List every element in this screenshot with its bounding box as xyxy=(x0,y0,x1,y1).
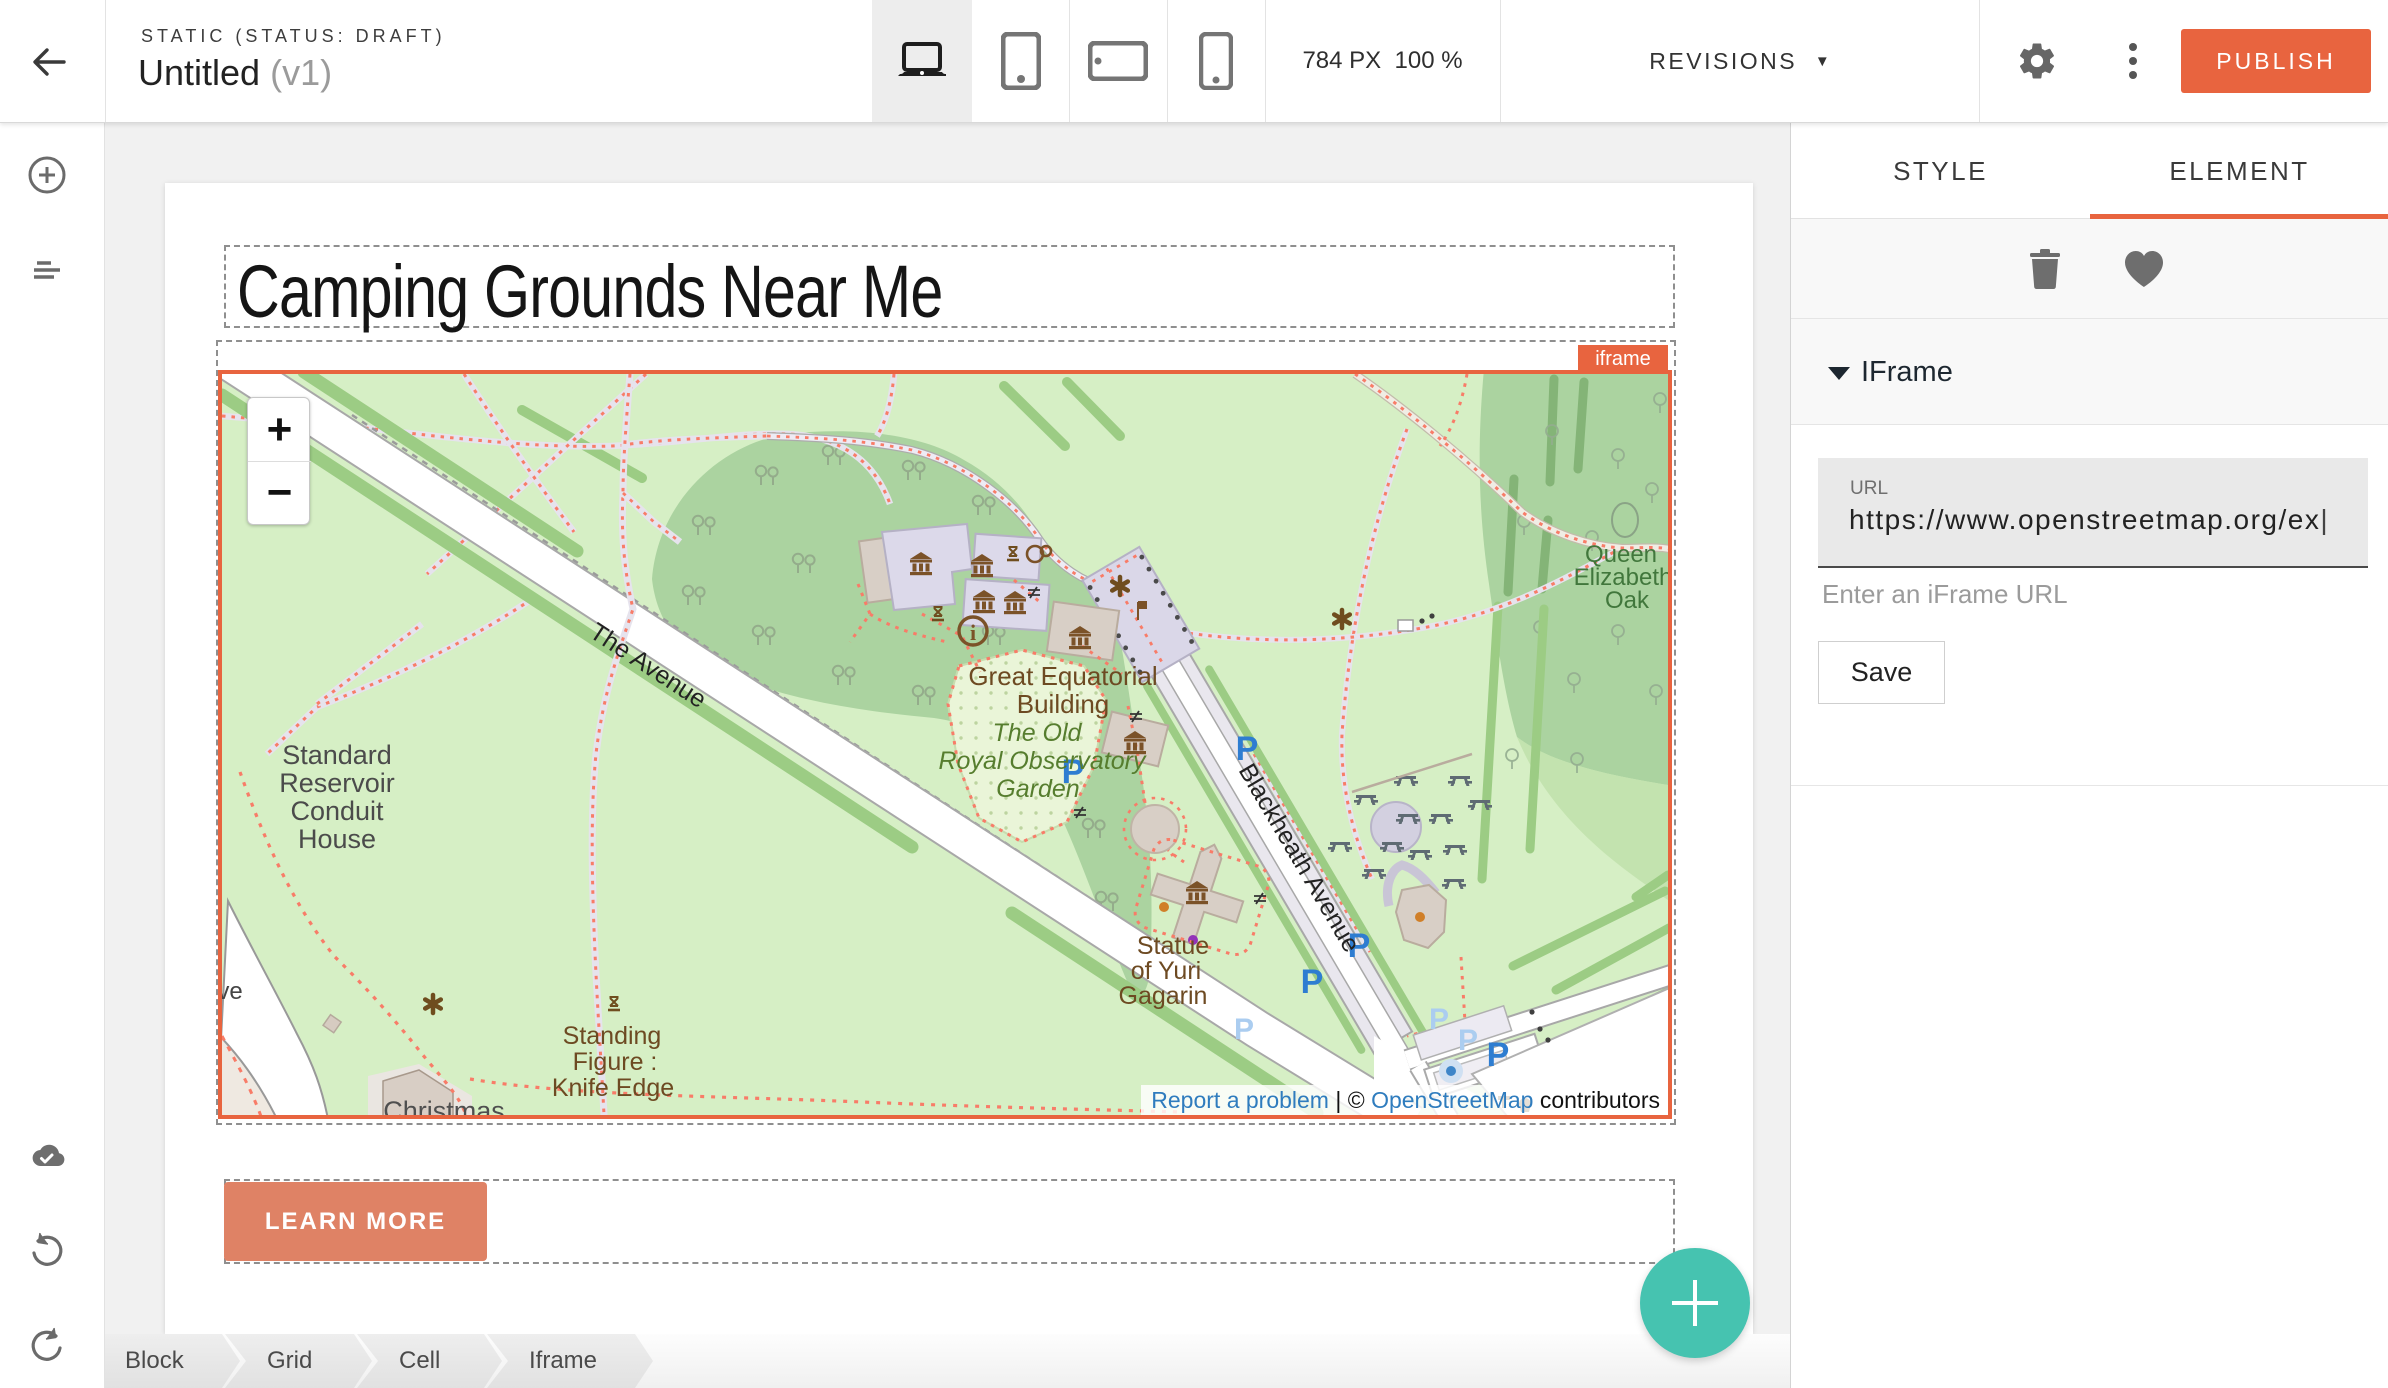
svg-text:P: P xyxy=(1234,1013,1254,1046)
svg-text:Building: Building xyxy=(1017,689,1110,719)
svg-text:P: P xyxy=(1301,963,1324,1001)
svg-text:Royal Observatory: Royal Observatory xyxy=(938,747,1147,775)
svg-text:Conduit: Conduit xyxy=(290,796,384,826)
svg-text:The Old: The Old xyxy=(993,719,1083,747)
svg-text:Great Equatorial: Great Equatorial xyxy=(968,661,1157,691)
svg-text:Christmas: Christmas xyxy=(383,1096,505,1115)
svg-text:House: House xyxy=(298,824,376,854)
svg-text:Gagarin: Gagarin xyxy=(1119,982,1208,1010)
svg-text:Standing: Standing xyxy=(563,1022,662,1050)
svg-text:P: P xyxy=(1458,1024,1478,1057)
svg-text:Reservoir: Reservoir xyxy=(279,768,395,798)
svg-text:of Yuri: of Yuri xyxy=(1131,957,1201,985)
svg-text:Knife Edge: Knife Edge xyxy=(552,1074,674,1102)
svg-text:Oak: Oak xyxy=(1605,587,1650,614)
svg-text:Statue: Statue xyxy=(1137,932,1209,960)
svg-text:P: P xyxy=(1429,1003,1449,1036)
svg-text:Standard: Standard xyxy=(282,740,392,770)
svg-text:i: i xyxy=(970,620,976,645)
svg-text:Garden: Garden xyxy=(996,775,1079,803)
svg-text:Figure :: Figure : xyxy=(573,1048,658,1076)
svg-text:ve: ve xyxy=(222,978,243,1005)
svg-text:P: P xyxy=(1487,1036,1510,1074)
